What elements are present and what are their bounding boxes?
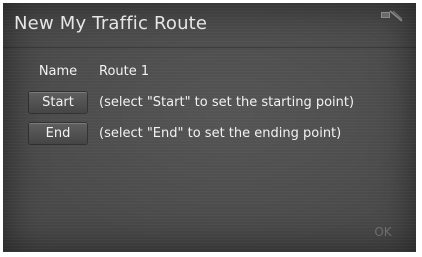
screen: New My Traffic Route Name Route 1 Start … — [3, 3, 416, 252]
name-value: Route 1 — [99, 64, 150, 79]
end-hint: (select "End" to set the ending point) — [99, 126, 342, 141]
ok-button[interactable]: OK — [368, 221, 398, 243]
name-label: Name — [38, 64, 78, 79]
title-divider — [3, 47, 416, 48]
start-hint: (select "Start" to set the starting poin… — [99, 95, 355, 110]
signal-icon — [381, 10, 403, 22]
end-button[interactable]: End — [29, 123, 87, 144]
start-button[interactable]: Start — [29, 92, 87, 113]
page-title: New My Traffic Route — [14, 13, 208, 34]
